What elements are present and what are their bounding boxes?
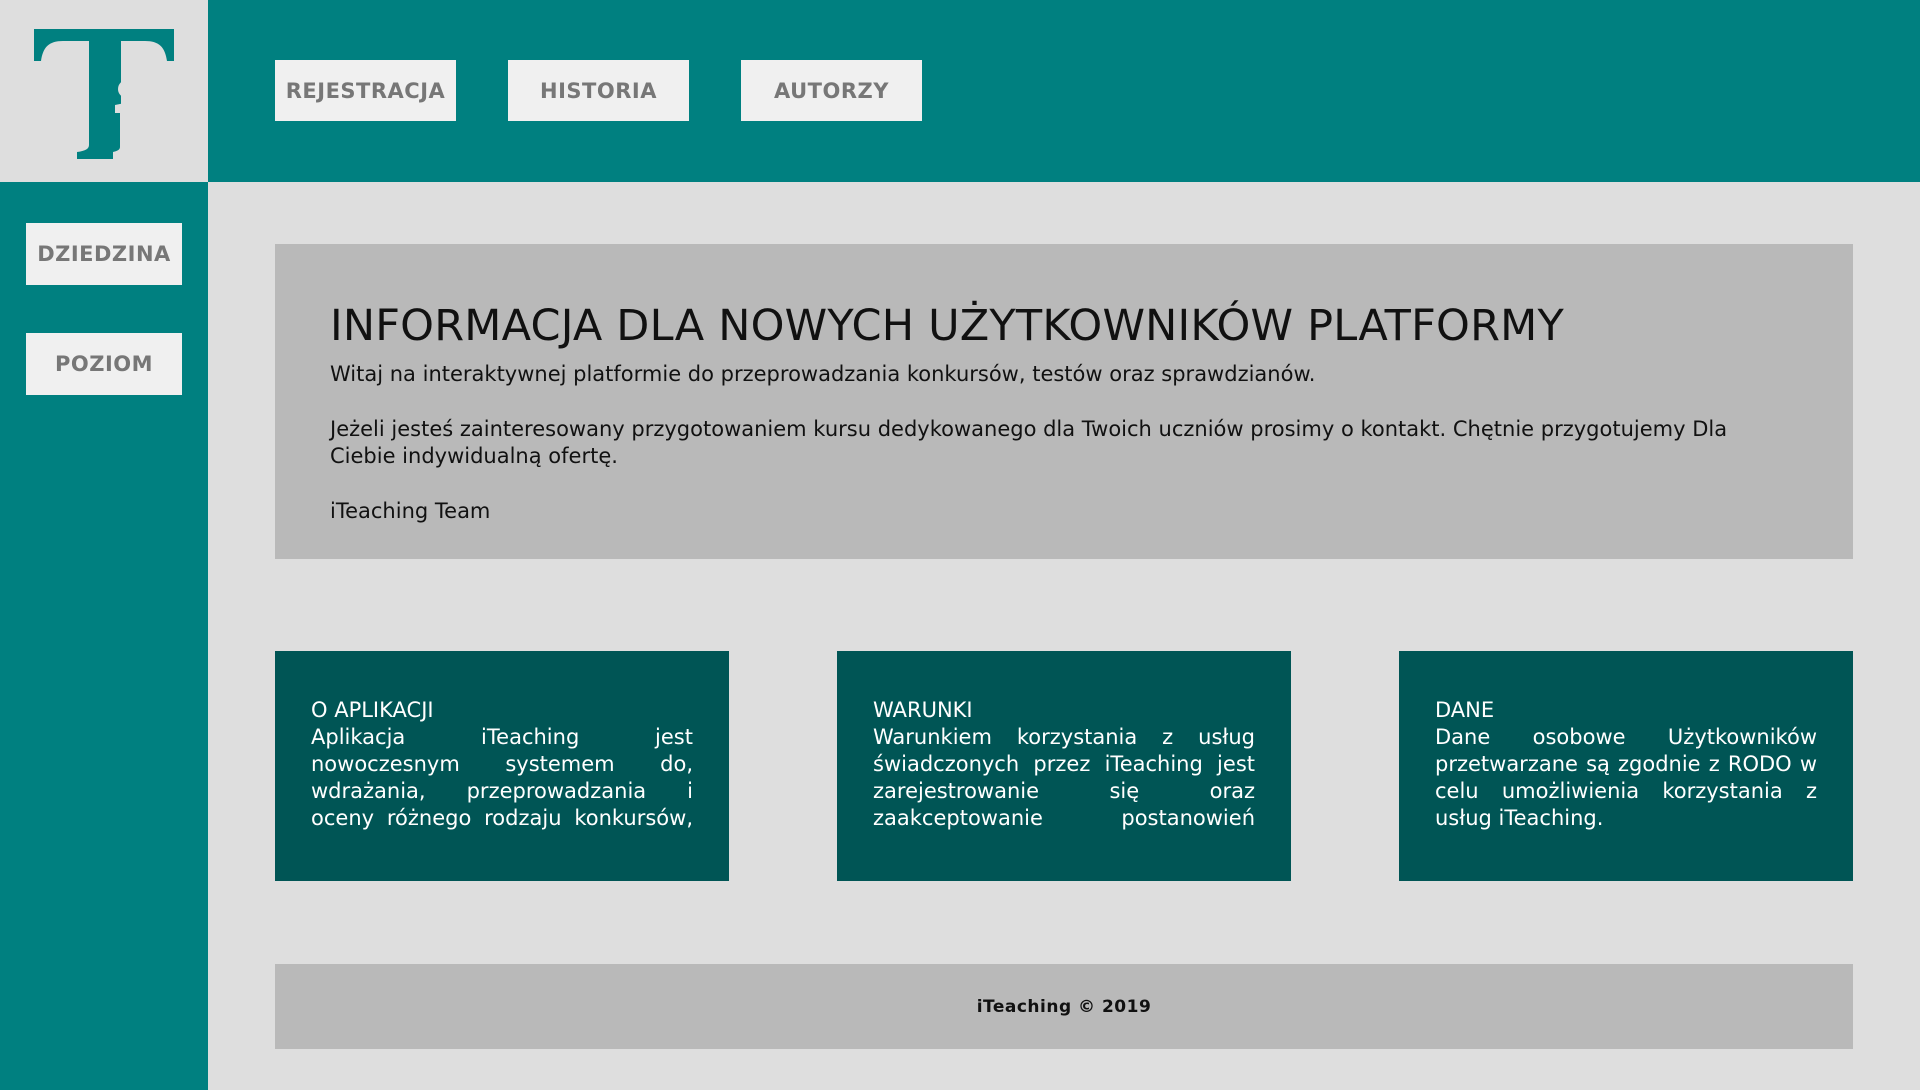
sidebar-item-poziom[interactable]: POZIOM — [26, 333, 182, 395]
card-title: O APLIKACJI — [311, 698, 434, 722]
card-terms: WARUNKI Warunkiem korzystania z usług św… — [837, 651, 1291, 881]
sidebar — [0, 182, 208, 1090]
nav-autorzy-button[interactable]: AUTORZY — [741, 60, 922, 121]
nav-historia-button[interactable]: HISTORIA — [508, 60, 689, 121]
card-body: Aplikacja iTeaching jest nowoczesnym sys… — [311, 725, 693, 830]
card-body: Warunkiem korzystania z usług świadczony… — [873, 725, 1255, 830]
info-panel: INFORMACJA DLA NOWYCH UŻYTKOWNIKÓW PLATF… — [275, 244, 1853, 559]
logo[interactable] — [0, 0, 208, 182]
info-paragraph-welcome: Witaj na interaktywnej platformie do prz… — [330, 362, 1316, 387]
card-body: Dane osobowe Użytkowników przetwarzane s… — [1435, 725, 1817, 830]
info-signature: iTeaching Team — [330, 499, 491, 524]
card-data: DANE Dane osobowe Użytkowników przetwarz… — [1399, 651, 1853, 881]
sidebar-item-dziedzina[interactable]: DZIEDZINA — [26, 223, 182, 285]
header-bar — [208, 0, 1920, 182]
card-about: O APLIKACJI Aplikacja iTeaching jest now… — [275, 651, 729, 881]
footer: iTeaching © 2019 — [275, 964, 1853, 1049]
info-paragraph-contact: Jeżeli jesteś zainteresowany przygotowan… — [330, 417, 1728, 469]
card-title: DANE — [1435, 698, 1495, 722]
nav-rejestracja-button[interactable]: REJESTRACJA — [275, 60, 456, 121]
info-title: INFORMACJA DLA NOWYCH UŻYTKOWNIKÓW PLATF… — [330, 301, 1564, 351]
footer-copyright: iTeaching © 2019 — [976, 996, 1152, 1017]
ti-logo-icon — [34, 29, 174, 159]
card-title: WARUNKI — [873, 698, 973, 722]
